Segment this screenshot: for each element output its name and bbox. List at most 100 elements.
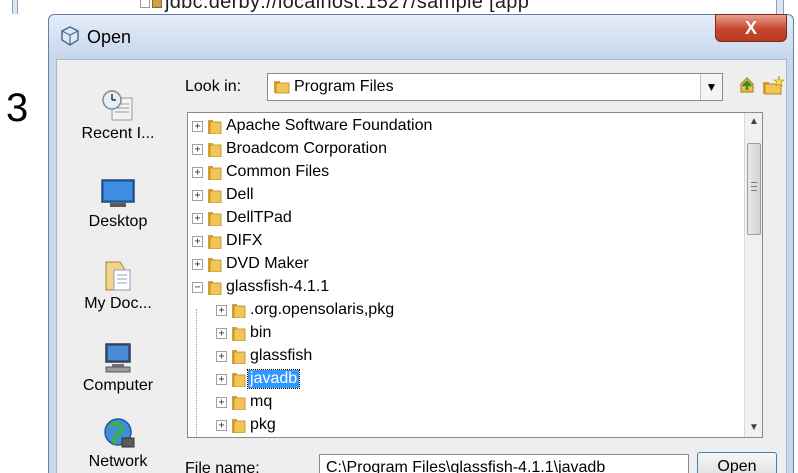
expand-icon[interactable]: + xyxy=(216,328,227,339)
list-item[interactable]: + Dell xyxy=(192,184,732,207)
scroll-down-icon[interactable]: ▼ xyxy=(745,419,762,437)
list-item[interactable]: + mq xyxy=(216,391,732,414)
step-number: 3 xyxy=(6,86,29,130)
expand-icon[interactable]: + xyxy=(216,351,227,362)
list-item[interactable]: + bin xyxy=(216,322,732,345)
expand-icon[interactable]: + xyxy=(216,374,227,385)
expand-icon[interactable]: + xyxy=(192,259,203,270)
dialog-titlebar[interactable]: Open X xyxy=(49,14,793,59)
place-label: Computer xyxy=(82,377,154,394)
background-expander-icon xyxy=(140,0,150,8)
expand-icon[interactable]: + xyxy=(216,420,227,431)
folder-icon xyxy=(232,419,246,433)
list-item[interactable]: + DIFX xyxy=(192,230,732,253)
place-label: Desktop xyxy=(88,213,148,230)
computer-icon xyxy=(105,343,131,373)
background-path-text: jdbc:derby://localhost:1527/sample [app xyxy=(165,0,530,13)
background-window-frame-right xyxy=(776,0,784,14)
expand-icon[interactable]: + xyxy=(192,213,203,224)
tree-connector xyxy=(196,309,197,437)
close-icon: X xyxy=(744,18,757,38)
expand-icon[interactable]: + xyxy=(192,190,203,201)
place-computer[interactable]: Computer xyxy=(57,340,179,395)
background-window-frame xyxy=(12,0,18,14)
folder-icon xyxy=(208,120,222,134)
list-item[interactable]: + javadb xyxy=(216,368,732,391)
folder-icon xyxy=(208,258,222,272)
list-item[interactable]: + DVD Maker xyxy=(192,253,732,276)
look-in-combo[interactable]: Program Files ▼ xyxy=(267,73,723,101)
folder-icon xyxy=(208,212,222,226)
folder-icon xyxy=(208,281,222,295)
dialog-client-area: Recent I... Desktop My Doc... Computer N… xyxy=(56,59,787,473)
chevron-down-icon[interactable]: ▼ xyxy=(700,74,722,100)
dialog-title: Open xyxy=(87,27,132,47)
folder-icon xyxy=(208,235,222,249)
list-item[interactable]: + glassfish xyxy=(216,345,732,368)
folder-icon xyxy=(232,327,246,341)
desktop-icon xyxy=(101,179,135,207)
folder-icon xyxy=(232,350,246,364)
place-my-documents[interactable]: My Doc... xyxy=(57,258,179,313)
list-item-name: glassfish xyxy=(250,347,313,364)
list-item[interactable]: + Apache Software Foundation xyxy=(192,115,732,138)
vertical-scrollbar[interactable]: ▲ ▼ xyxy=(744,113,762,437)
list-item-name: javadb xyxy=(246,369,301,389)
my-documents-icon xyxy=(105,261,131,291)
grip-icon xyxy=(751,182,757,183)
place-recent-items[interactable]: Recent I... xyxy=(57,88,179,143)
list-item[interactable]: + pkg xyxy=(216,414,732,437)
background-window-fragment: jdbc:derby://localhost:1527/sample [app xyxy=(0,0,798,14)
expand-icon[interactable]: + xyxy=(192,236,203,247)
folder-icon xyxy=(208,189,222,203)
open-dialog: Open X Recent I... Desktop My Doc... Com… xyxy=(48,14,794,473)
expand-icon[interactable]: + xyxy=(192,144,203,155)
place-label: Network xyxy=(88,453,148,470)
folder-icon xyxy=(232,396,246,410)
open-button[interactable]: Open xyxy=(697,452,777,473)
expand-icon[interactable]: + xyxy=(192,167,203,178)
expand-icon[interactable]: + xyxy=(216,397,227,408)
list-item[interactable]: − glassfish-4.1.1 xyxy=(192,276,732,299)
folder-icon xyxy=(274,81,290,94)
list-item-name: DellTPad xyxy=(226,209,292,226)
look-in-value: Program Files xyxy=(294,78,394,95)
file-name-label: File name: xyxy=(185,460,260,473)
expand-icon[interactable]: + xyxy=(216,305,227,316)
list-item-name: glassfish-4.1.1 xyxy=(226,278,330,295)
list-item-name: DVD Maker xyxy=(226,255,309,272)
collapse-icon[interactable]: − xyxy=(192,282,203,293)
expand-icon[interactable]: + xyxy=(192,121,203,132)
list-item[interactable]: + Common Files xyxy=(192,161,732,184)
list-item-name: bin xyxy=(250,324,272,341)
list-item-name: Apache Software Foundation xyxy=(226,117,433,134)
list-item-name: mq xyxy=(250,393,273,410)
file-name-input[interactable] xyxy=(319,454,689,473)
up-one-level-icon[interactable] xyxy=(735,74,759,98)
file-list[interactable]: + Apache Software Foundation + Broadcom Cor… xyxy=(187,112,763,438)
list-item-name: .org.opensolaris,pkg xyxy=(250,301,395,318)
place-network[interactable]: Network xyxy=(57,416,179,471)
new-folder-icon[interactable] xyxy=(761,74,785,98)
list-item-name: Broadcom Corporation xyxy=(226,140,387,157)
list-item[interactable]: + .org.opensolaris,pkg xyxy=(216,299,732,322)
list-item-name: pkg xyxy=(250,416,276,433)
place-desktop[interactable]: Desktop xyxy=(57,176,179,231)
close-button[interactable]: X xyxy=(715,14,787,42)
folder-icon xyxy=(208,166,222,180)
list-item[interactable]: + Broadcom Corporation xyxy=(192,138,732,161)
places-bar: Recent I... Desktop My Doc... Computer N… xyxy=(57,60,179,473)
list-item[interactable]: + DellTPad xyxy=(192,207,732,230)
list-item-name: DIFX xyxy=(226,232,263,249)
recent-items-icon xyxy=(102,90,133,121)
grip-icon xyxy=(751,186,757,187)
background-database-icon xyxy=(152,0,162,8)
folder-icon xyxy=(208,143,222,157)
place-label: Recent I... xyxy=(81,125,155,142)
place-label: My Doc... xyxy=(84,295,152,312)
list-item-name: Dell xyxy=(226,186,254,203)
folder-icon xyxy=(232,373,246,387)
scroll-up-icon[interactable]: ▲ xyxy=(745,113,762,131)
java-cup-icon xyxy=(61,26,79,46)
scrollbar-thumb[interactable] xyxy=(747,143,761,235)
